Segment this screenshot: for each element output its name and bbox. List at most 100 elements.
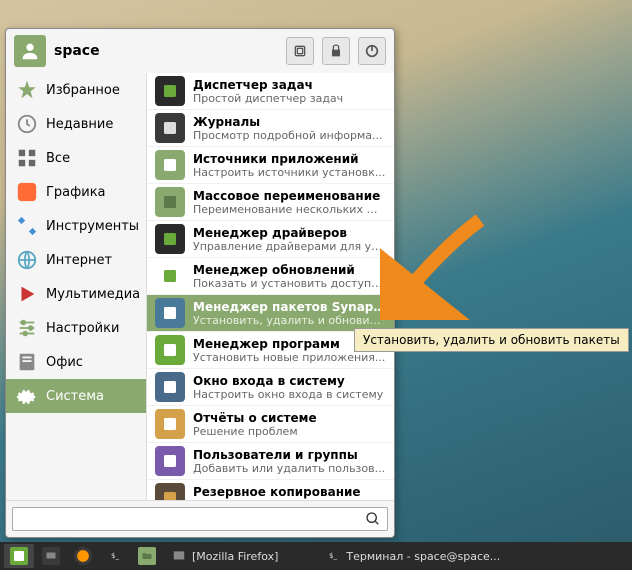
sidebar-item-7[interactable]: Настройки: [6, 311, 146, 345]
app-item-8[interactable]: Окно входа в системуНастроить окно входа…: [147, 369, 394, 406]
sidebar-item-8[interactable]: Офис: [6, 345, 146, 379]
search-box[interactable]: [12, 507, 388, 531]
firefox-launcher-button[interactable]: [68, 544, 98, 568]
app-item-1[interactable]: ЖурналыПросмотр подробной информа...: [147, 110, 394, 147]
application-list: Диспетчер задачПростой диспетчер задачЖу…: [146, 73, 394, 500]
grid-icon: [16, 147, 38, 169]
sidebar-item-9[interactable]: Система: [6, 379, 146, 413]
sidebar-item-label: Недавние: [46, 117, 113, 132]
palette-icon: [16, 181, 38, 203]
menu-header: space: [6, 29, 394, 73]
svg-text:$_: $_: [329, 552, 337, 560]
app-name-label: Менеджер пакетов Synaptic: [193, 300, 386, 314]
app-name-label: Источники приложений: [193, 152, 386, 166]
taskbar-window-firefox[interactable]: [Mozilla Firefox]: [164, 544, 284, 568]
app-desc-label: Установить новые приложения...: [193, 351, 386, 364]
sidebar-item-label: Настройки: [46, 321, 119, 336]
app-icon: [155, 335, 185, 365]
app-item-4[interactable]: Менеджер драйверовУправление драйверами …: [147, 221, 394, 258]
app-desc-label: Просмотр подробной информа...: [193, 129, 386, 142]
app-icon: [155, 224, 185, 254]
app-item-6[interactable]: Менеджер пакетов SynapticУстановить, уда…: [147, 295, 394, 332]
office-icon: [16, 351, 38, 373]
globe-icon: [16, 249, 38, 271]
app-icon: [155, 483, 185, 500]
sidebar-item-5[interactable]: Интернет: [6, 243, 146, 277]
username-label: space: [54, 43, 278, 59]
user-avatar-icon[interactable]: [14, 35, 46, 67]
sidebar-item-2[interactable]: Все: [6, 141, 146, 175]
app-item-11[interactable]: Резервное копированиеСоздание резервной …: [147, 480, 394, 500]
sidebar-item-label: Офис: [46, 355, 83, 370]
application-menu: space Избранное Недавние Все Графика Инструм…: [5, 28, 395, 538]
sidebar-item-label: Избранное: [46, 83, 120, 98]
app-icon: [155, 187, 185, 217]
app-name-label: Менеджер драйверов: [193, 226, 386, 240]
app-icon: [155, 298, 185, 328]
sidebar-item-6[interactable]: Мультимедиа: [6, 277, 146, 311]
annotation-arrow-icon: [380, 210, 490, 320]
app-icon: [155, 76, 185, 106]
search-icon: [365, 511, 381, 527]
app-desc-label: Настроить источники установк...: [193, 166, 386, 179]
show-desktop-button[interactable]: [36, 544, 66, 568]
svg-text:$_: $_: [111, 552, 119, 560]
sidebar-item-label: Графика: [46, 185, 106, 200]
app-icon: [155, 372, 185, 402]
app-icon: [155, 261, 185, 291]
app-icon: [155, 150, 185, 180]
app-tooltip: Установить, удалить и обновить пакеты: [354, 328, 629, 352]
sidebar-item-label: Инструменты: [46, 219, 139, 234]
app-name-label: Менеджер обновлений: [193, 263, 386, 277]
app-icon: [155, 446, 185, 476]
app-name-label: Пользователи и группы: [193, 448, 386, 462]
app-name-label: Окно входа в систему: [193, 374, 386, 388]
sliders-icon: [16, 317, 38, 339]
app-item-0[interactable]: Диспетчер задачПростой диспетчер задач: [147, 73, 394, 110]
taskbar-label: [Mozilla Firefox]: [192, 550, 278, 563]
taskbar-window-terminal[interactable]: $_ Терминал - space@space...: [318, 544, 506, 568]
app-desc-label: Настроить окно входа в систему: [193, 388, 386, 401]
search-input[interactable]: [19, 512, 365, 527]
gear-icon: [16, 385, 38, 407]
app-item-9[interactable]: Отчёты о системеРешение проблем: [147, 406, 394, 443]
taskbar-label: Терминал - space@space...: [346, 550, 500, 563]
play-icon: [16, 283, 38, 305]
sidebar-item-label: Система: [46, 389, 104, 404]
app-item-2[interactable]: Источники приложенийНастроить источники …: [147, 147, 394, 184]
app-item-3[interactable]: Массовое переименованиеПереименование не…: [147, 184, 394, 221]
app-icon: [155, 113, 185, 143]
sidebar-item-0[interactable]: Избранное: [6, 73, 146, 107]
app-name-label: Массовое переименование: [193, 189, 386, 203]
app-name-label: Диспетчер задач: [193, 78, 386, 92]
sidebar-item-3[interactable]: Графика: [6, 175, 146, 209]
sidebar-item-1[interactable]: Недавние: [6, 107, 146, 141]
app-desc-label: Показать и установить доступн...: [193, 277, 386, 290]
app-item-5[interactable]: Менеджер обновленийПоказать и установить…: [147, 258, 394, 295]
app-desc-label: Решение проблем: [193, 425, 386, 438]
app-name-label: Резервное копирование: [193, 485, 386, 499]
taskbar: $_ [Mozilla Firefox] $_ Терминал - space@…: [0, 542, 632, 570]
sidebar-item-label: Все: [46, 151, 70, 166]
power-button[interactable]: [358, 37, 386, 65]
star-icon: [16, 79, 38, 101]
app-name-label: Журналы: [193, 115, 386, 129]
app-desc-label: Установить, удалить и обновит...: [193, 314, 386, 327]
app-desc-label: Управление драйверами для ус...: [193, 240, 386, 253]
lock-button[interactable]: [322, 37, 350, 65]
app-desc-label: Добавить или удалить пользов...: [193, 462, 386, 475]
search-row: [6, 500, 394, 537]
menu-launcher-button[interactable]: [4, 544, 34, 568]
terminal-launcher-button[interactable]: $_: [100, 544, 130, 568]
logout-button[interactable]: [286, 37, 314, 65]
files-launcher-button[interactable]: [132, 544, 162, 568]
app-desc-label: Простой диспетчер задач: [193, 92, 386, 105]
app-name-label: Отчёты о системе: [193, 411, 386, 425]
tools-icon: [16, 215, 38, 237]
app-item-10[interactable]: Пользователи и группыДобавить или удалит…: [147, 443, 394, 480]
sidebar-item-label: Интернет: [46, 253, 112, 268]
clock-icon: [16, 113, 38, 135]
sidebar-item-label: Мультимедиа: [46, 287, 140, 302]
sidebar-item-4[interactable]: Инструменты: [6, 209, 146, 243]
app-desc-label: Переименование нескольких ф...: [193, 203, 386, 216]
